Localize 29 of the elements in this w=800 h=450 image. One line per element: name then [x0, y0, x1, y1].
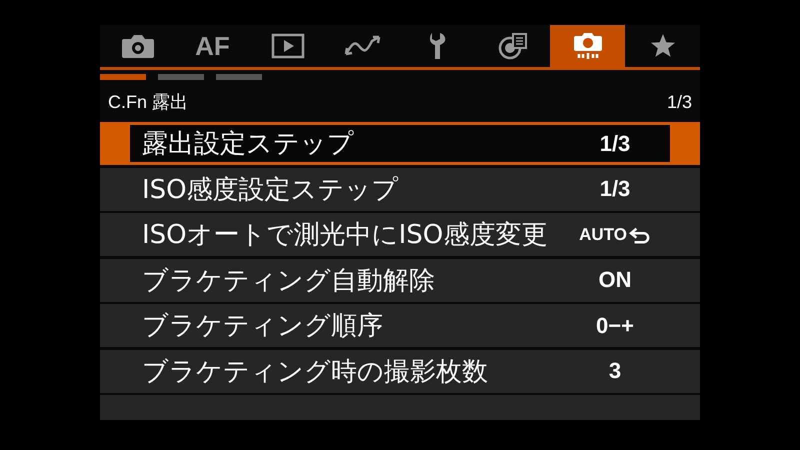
menu-tab[interactable] — [550, 25, 625, 67]
menu-row[interactable]: ブラケティング順序 0−+ — [100, 304, 700, 347]
menu-row[interactable]: ISOオートで測光中にISO感度変更 AUTO — [100, 213, 700, 256]
menu-row[interactable]: ブラケティング時の撮影枚数 3 — [100, 350, 700, 392]
menu-row[interactable]: 露出設定ステップ 1/3 — [100, 122, 700, 165]
star-icon — [648, 33, 676, 59]
menu-title: C.Fn 露出 — [108, 91, 188, 114]
wave-arrows-icon — [342, 35, 382, 57]
setting-value: 1/3 — [600, 176, 630, 202]
setting-label: ISO感度設定ステップ — [142, 174, 400, 206]
setting-label: ISOオートで測光中にISO感度変更 — [142, 219, 548, 252]
network-icon — [498, 32, 528, 60]
menu-row[interactable]: ISO感度設定ステップ 1/3 — [100, 168, 700, 210]
menu-row[interactable]: ブラケティング自動解除 ON — [100, 258, 700, 302]
setting-value: 0−+ — [596, 312, 634, 338]
setting-label: 露出設定ステップ — [142, 128, 355, 161]
play-icon — [270, 33, 304, 59]
setting-value: 3 — [608, 358, 622, 384]
setting-label: ブラケティング自動解除 — [142, 264, 436, 298]
return-arrow-icon — [628, 226, 651, 244]
setting-label: ブラケティング順序 — [142, 310, 384, 343]
wrench-icon — [428, 32, 448, 60]
camera-icon — [120, 33, 154, 59]
menu-tab[interactable]: AF — [175, 25, 250, 67]
setting-value: ON — [598, 267, 632, 293]
setting-label: ブラケティング時の撮影枚数 — [142, 356, 489, 388]
setting-value: 1/3 — [600, 130, 630, 156]
setting-value: AUTO — [579, 224, 627, 244]
page-number: 1/3 — [666, 92, 692, 112]
